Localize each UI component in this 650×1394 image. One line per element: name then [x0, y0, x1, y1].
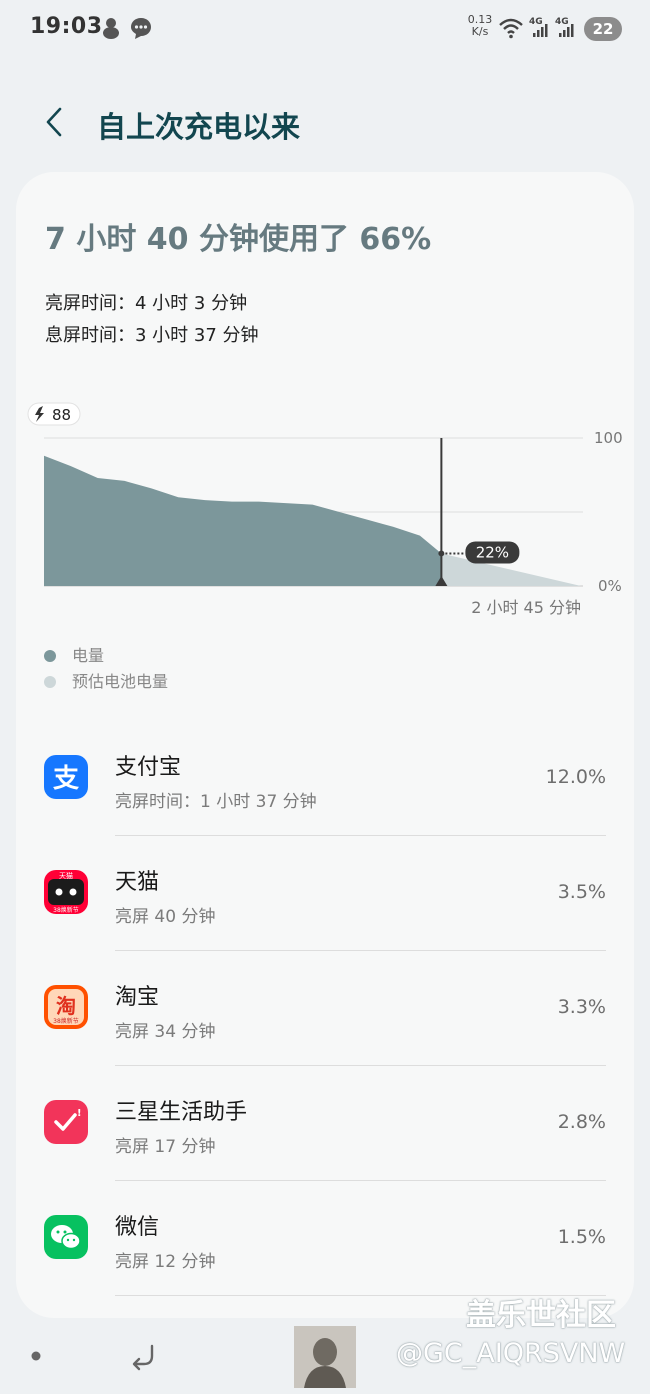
legend-dot-battery — [44, 650, 56, 662]
current-level-label: 22% — [476, 543, 509, 561]
app-screen-time: 亮屏 34 分钟 — [115, 1022, 216, 1042]
legend-dot-estimate — [44, 676, 56, 688]
app-row-tmall[interactable]: 天猫 38焕新节 天猫 亮屏 40 分钟 3.5% — [16, 836, 634, 951]
signal-bars-2-icon: 4G — [555, 17, 574, 37]
app-name: 支付宝 — [115, 755, 182, 780]
app-row-samsung-life-assistant[interactable]: ! 三星生活助手 亮屏 17 分钟 2.8% — [16, 1066, 634, 1181]
back-button[interactable] — [38, 104, 74, 140]
watermark-user: @GC_AIQRSVNW — [396, 1338, 626, 1369]
app-row-wechat[interactable]: 微信 亮屏 12 分钟 1.5% — [16, 1181, 634, 1296]
app-name: 微信 — [115, 1215, 160, 1240]
app-screen-time: 亮屏时间：1 小时 37 分钟 — [115, 792, 317, 812]
battery-level-area — [44, 455, 442, 586]
svg-text:38焕新节: 38焕新节 — [53, 1017, 79, 1025]
svg-text:天猫: 天猫 — [59, 871, 73, 880]
legend-estimated-level: 预估电池电量 — [44, 668, 168, 692]
svg-text:淘: 淘 — [56, 994, 76, 1018]
taobao-icon: 淘 38焕新节 — [44, 985, 88, 1029]
app-name: 淘宝 — [115, 985, 160, 1010]
app-usage-percent: 3.3% — [557, 996, 606, 1018]
header: 自上次充电以来 — [0, 90, 650, 160]
svg-text:!: ! — [77, 1108, 82, 1119]
charge-start-label: 88 — [52, 406, 71, 424]
app-screen-time: 亮屏 17 分钟 — [115, 1137, 216, 1157]
network-speed: 0.13 K/s — [466, 14, 494, 38]
battery-usage-card: 7 小时 40 分钟使用了 66% 亮屏时间：4 小时 3 分钟 息屏时间：3 … — [16, 172, 634, 1318]
svg-text:支: 支 — [53, 764, 79, 794]
status-bar: 19:03 0.13 K/s 4G 4G 22 — [0, 0, 650, 56]
app-row-alipay[interactable]: 支 支付宝 亮屏时间：1 小时 37 分钟 12.0% — [16, 721, 634, 836]
signal2-label: 4G — [555, 17, 569, 27]
app-name: 三星生活助手 — [115, 1100, 248, 1125]
status-time: 19:03 — [30, 14, 103, 39]
remaining-time-label: 2 小时 45 分钟 — [471, 598, 581, 617]
app-screen-time: 亮屏 12 分钟 — [115, 1252, 216, 1272]
legend-battery-level: 电量 — [44, 642, 104, 666]
y-axis-min-label: 0% — [598, 577, 622, 595]
wechat-icon — [44, 1215, 88, 1259]
app-usage-percent: 12.0% — [545, 766, 606, 788]
network-speed-unit: K/s — [471, 25, 489, 38]
svg-text:38焕新节: 38焕新节 — [53, 906, 79, 914]
message-icon — [131, 18, 151, 39]
legend-label-battery: 电量 — [72, 646, 105, 665]
battery-indicator: 22 — [584, 17, 622, 41]
app-usage-percent: 2.8% — [557, 1111, 606, 1133]
y-axis-max-label: 100 — [594, 429, 623, 447]
navigation-bar: @GC_AIQRSVNW — [0, 1318, 650, 1394]
charge-start-badge: 88 — [27, 402, 81, 426]
current-level-badge: 22% — [465, 541, 520, 564]
app-name: 天猫 — [115, 870, 160, 895]
notification-app-icon — [103, 18, 119, 39]
app-usage-percent: 1.5% — [557, 1226, 606, 1248]
app-row-taobao[interactable]: 淘 38焕新节 淘宝 亮屏 34 分钟 3.3% — [16, 951, 634, 1066]
alipay-icon: 支 — [44, 755, 88, 799]
signal1-label: 4G — [529, 17, 543, 27]
app-usage-percent: 3.5% — [557, 881, 606, 903]
samsung-life-assistant-icon: ! — [44, 1100, 88, 1144]
legend-label-estimate: 预估电池电量 — [72, 672, 169, 691]
wifi-icon — [499, 18, 523, 39]
user-avatar — [294, 1326, 356, 1388]
app-screen-time: 亮屏 40 分钟 — [115, 907, 216, 927]
page-title: 自上次充电以来 — [97, 110, 301, 144]
tmall-icon: 天猫 38焕新节 — [44, 870, 88, 914]
signal-bars-1-icon: 4G — [529, 17, 548, 37]
nav-dot-button[interactable] — [28, 1348, 44, 1364]
back-nav-icon[interactable] — [128, 1340, 160, 1372]
battery-chart[interactable]: 22% 88 100 0% 2 小时 45 分钟 — [16, 172, 634, 632]
